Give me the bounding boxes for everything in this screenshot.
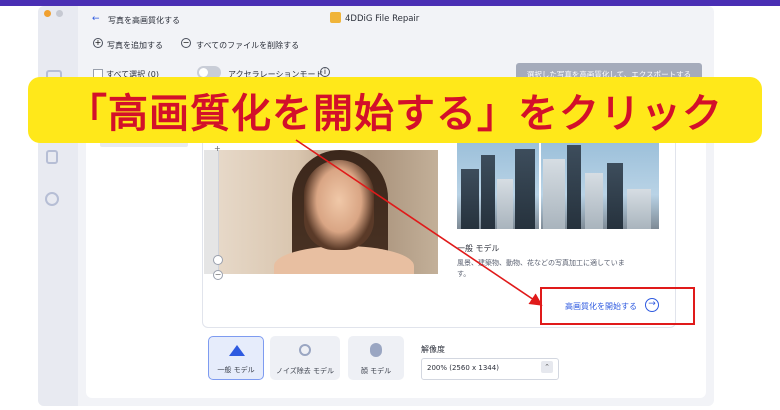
model-card-label: 顔 モデル	[360, 367, 392, 375]
noise-icon	[299, 344, 311, 356]
model-card-label: ノイズ除去 モデル	[275, 367, 334, 375]
face-icon	[370, 343, 382, 357]
chevron-up-down-icon[interactable]: ⌃	[541, 361, 553, 373]
image-icon	[229, 345, 245, 356]
model-card-label: 一般 モデル	[217, 366, 255, 374]
resolution-label: 解像度	[421, 345, 445, 354]
arrow-right-circle-icon[interactable]: →	[645, 298, 659, 312]
model-card-face[interactable]: 顔 モデル	[348, 336, 404, 380]
resolution-value: 200% (2560 x 1344)	[427, 364, 499, 372]
model-card-general[interactable]: 一般 モデル	[208, 336, 264, 380]
start-enhance-button[interactable]: 高画質化を開始する	[565, 301, 637, 312]
model-card-noise[interactable]: ノイズ除去 モデル	[270, 336, 340, 380]
